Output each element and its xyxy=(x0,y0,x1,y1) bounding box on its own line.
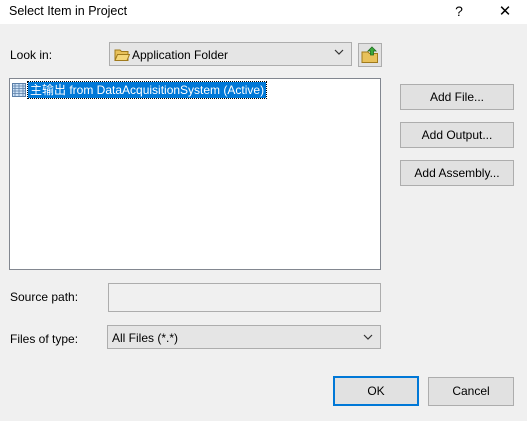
file-list[interactable]: 主输出 from DataAcquisitionSystem (Active) xyxy=(9,78,381,270)
up-one-level-icon xyxy=(361,46,378,63)
close-button[interactable]: ✕ xyxy=(490,0,520,24)
help-button[interactable]: ? xyxy=(444,0,474,24)
list-item[interactable]: 主输出 from DataAcquisitionSystem (Active) xyxy=(12,81,268,99)
look-in-value: Application Folder xyxy=(132,48,229,62)
dialog-title: Select Item in Project xyxy=(9,4,128,18)
add-output-button[interactable]: Add Output... xyxy=(400,122,514,148)
add-assembly-button[interactable]: Add Assembly... xyxy=(400,160,514,186)
select-item-dialog: Select Item in Project ? ✕ Look in: Appl… xyxy=(0,0,527,421)
files-of-type-value: All Files (*.*) xyxy=(112,331,179,345)
look-in-label: Look in: xyxy=(10,48,53,62)
look-in-dropdown[interactable]: Application Folder xyxy=(109,42,352,66)
project-output-icon xyxy=(12,83,26,97)
source-path-field xyxy=(108,283,381,312)
files-of-type-label: Files of type: xyxy=(10,332,79,346)
cancel-button[interactable]: Cancel xyxy=(428,377,514,406)
source-path-label: Source path: xyxy=(10,290,79,304)
chevron-down-icon xyxy=(334,49,344,55)
folder-open-icon xyxy=(114,49,130,61)
list-item-label: 主输出 from DataAcquisitionSystem (Active) xyxy=(26,81,268,99)
chevron-down-icon xyxy=(363,334,373,340)
add-file-button[interactable]: Add File... xyxy=(400,84,514,110)
files-of-type-dropdown[interactable]: All Files (*.*) xyxy=(107,325,381,349)
ok-button[interactable]: OK xyxy=(333,376,419,406)
title-bar: Select Item in Project ? ✕ xyxy=(0,0,527,24)
up-one-level-button[interactable] xyxy=(358,43,382,67)
